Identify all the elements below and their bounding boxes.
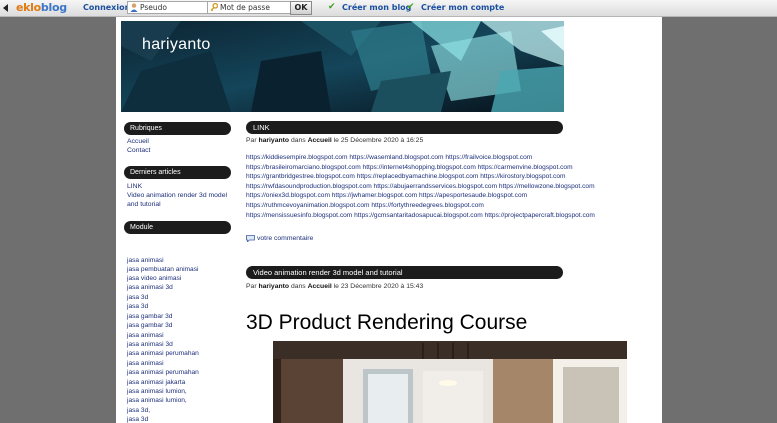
url-line[interactable]: https://ruthmcevoyanimation.blogspot.com… [246,201,656,211]
url-line[interactable]: https://rwfdasoundproduction.blogspot.co… [246,182,656,192]
speech-bubble-icon [246,235,255,242]
module-link[interactable]: jasa animasi 3d [127,284,173,291]
module-link[interactable]: jasa animasi lumion, [127,397,187,404]
ok-button[interactable]: OK [290,1,312,15]
post-category[interactable]: Accueil [308,283,332,290]
module-link[interactable]: jasa 3d [127,294,148,301]
comment-label: votre commentaire [257,235,314,242]
interior-render-image [273,341,627,423]
create-blog-link[interactable]: ✔ Créer mon blog [328,2,412,12]
user-icon [130,3,138,12]
blog-page: hariyanto Rubriques Accueil Contact Dern… [116,17,662,423]
module-link[interactable]: jasa gambar 3d [127,313,172,320]
post-url-list: https://kiddiesempire.blogspot.com https… [246,153,656,220]
url-line[interactable]: https://mensissuesinfo.blogspot.com http… [246,211,656,221]
create-blog-label: Créer mon blog [342,3,412,12]
meta-dans: dans [290,137,306,144]
recent-article-link[interactable]: LINK [127,183,142,192]
module-link[interactable]: jasa animasi 3d [127,341,173,348]
sidebar-link-accueil[interactable]: Accueil [127,138,149,147]
url-line[interactable]: https://brasileiromarciano.blogspot.com … [246,163,656,173]
post-heading: 3D Product Rendering Course [246,311,528,334]
eklablog-logo[interactable]: ekloblog [16,1,67,14]
url-line[interactable]: https://kiddiesempire.blogspot.com https… [246,153,656,163]
post-title-link[interactable]: Video animation render 3d model and tuto… [246,266,563,279]
module-link[interactable]: jasa animasi [127,332,164,339]
post-date: le 25 Décembre 2020 à 16:25 [333,137,424,144]
create-account-link[interactable]: ✔ Créer mon compte [407,2,505,12]
logo-text-blog: blog [40,1,67,14]
checkmark-icon: ✔ [328,2,336,12]
rubriques-heading: Rubriques [124,122,231,135]
module-link[interactable]: jasa 3d [127,416,148,423]
create-account-label: Créer mon compte [421,3,505,12]
key-icon [210,3,218,12]
post-author[interactable]: hariyanto [258,283,289,290]
module-link[interactable]: jasa gambar 3d [127,322,172,329]
top-toolbar: ekloblog Connexion : Pseudo Mot de passe… [0,0,777,17]
password-placeholder: Mot de passe [220,3,270,12]
module-heading: Module [124,221,231,234]
meta-par: Par [246,137,257,144]
module-link[interactable]: jasa pembuatan animasi [127,266,198,273]
module-link[interactable]: jasa animasi lumion, [127,388,187,395]
module-link[interactable]: jasa animasi perumahan [127,369,199,376]
module-link[interactable]: jasa 3d [127,303,148,310]
room-render-artwork [273,341,627,423]
blog-banner: hariyanto [121,21,564,112]
post-category[interactable]: Accueil [308,137,332,144]
banner-artwork [121,21,564,112]
module-link[interactable]: jasa animasi perumahan [127,350,199,357]
post-title-link[interactable]: LINK [246,121,563,134]
url-line[interactable]: https://grantbridgestree.blogspot.com ht… [246,172,656,182]
recent-article-link[interactable]: and tutorial [127,201,161,210]
module-link[interactable]: jasa animasi jakarta [127,379,185,386]
url-line[interactable]: https://oniex3d.blogspot.com https://jwh… [246,191,656,201]
module-link[interactable]: jasa animasi [127,257,164,264]
checkmark-icon: ✔ [407,2,415,12]
post-date: le 23 Décembre 2020 à 15:43 [333,283,424,290]
pseudo-placeholder: Pseudo [140,3,168,12]
meta-par: Par [246,283,257,290]
pseudo-input[interactable]: Pseudo [127,1,208,14]
post-meta: Par hariyanto dans Accueil le 23 Décembr… [246,283,423,290]
collapse-arrow-icon[interactable] [3,4,8,12]
sidebar-link-contact[interactable]: Contact [127,147,150,156]
blog-title[interactable]: hariyanto [142,36,211,54]
meta-dans: dans [290,283,306,290]
module-link[interactable]: jasa 3d, [127,407,150,414]
module-link[interactable]: jasa animasi [127,360,164,367]
logo-text-eklo: eklo [16,1,41,14]
module-link[interactable]: jasa video animasi [127,275,181,282]
comment-link[interactable]: votre commentaire [246,235,313,242]
derniers-articles-heading: Derniers articles [124,166,231,179]
post-author[interactable]: hariyanto [258,137,289,144]
password-input[interactable]: Mot de passe [207,1,294,14]
recent-article-link[interactable]: Video animation render 3d model [127,192,227,201]
post-meta: Par hariyanto dans Accueil le 25 Décembr… [246,137,423,144]
